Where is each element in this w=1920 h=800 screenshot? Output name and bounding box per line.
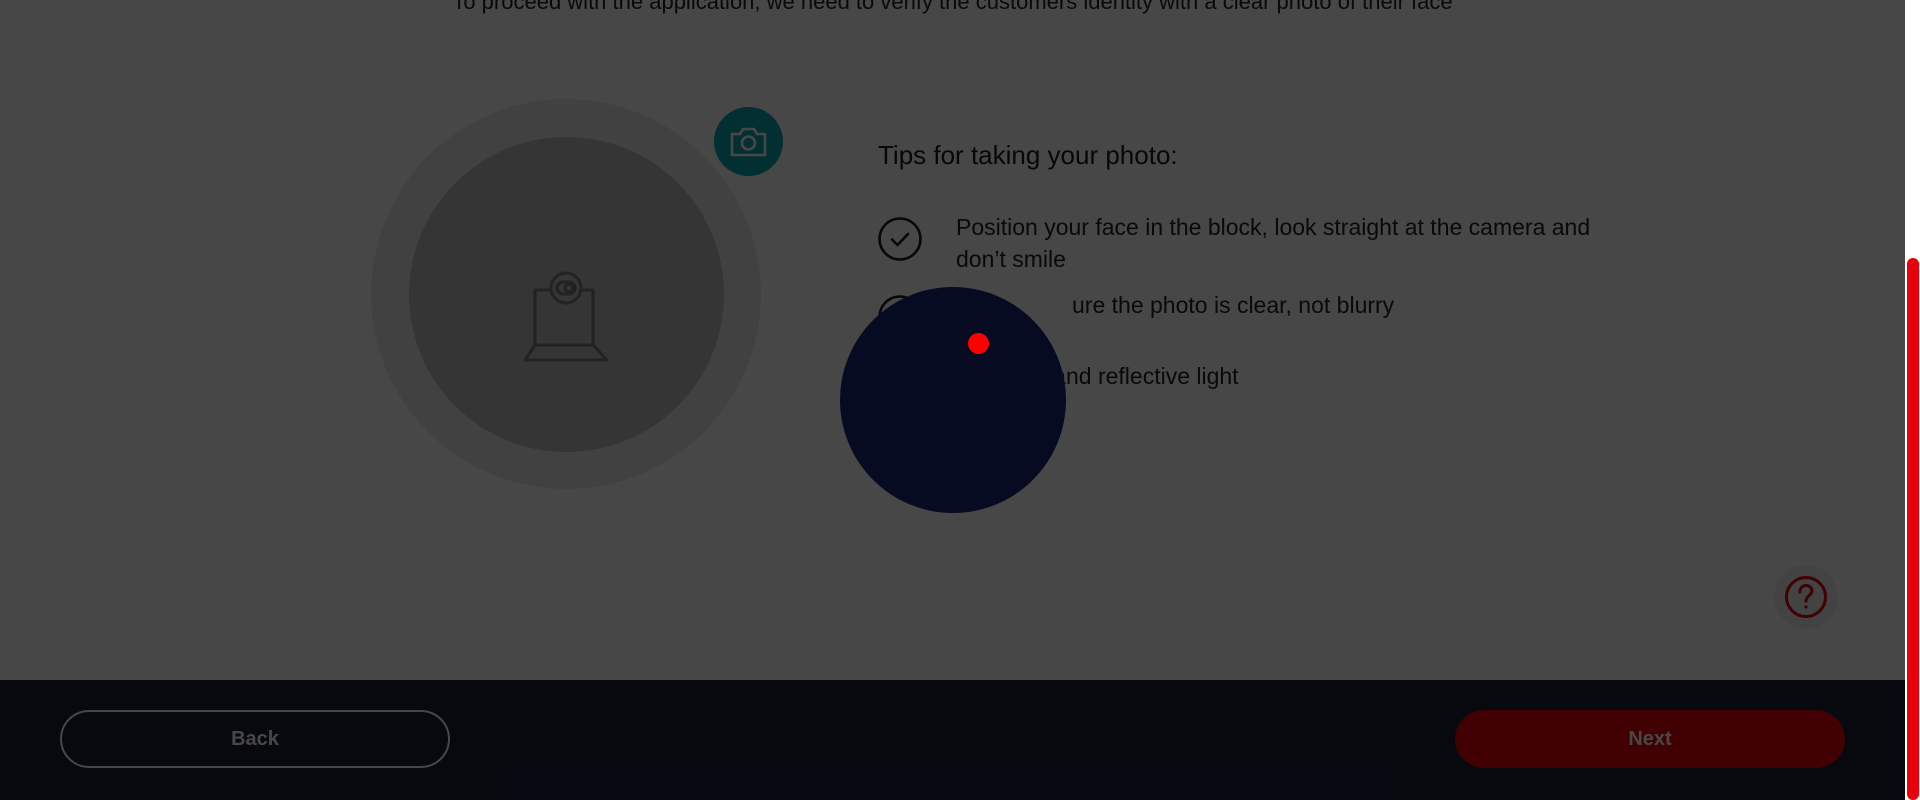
next-button[interactable]: Next — [1455, 710, 1845, 768]
page: To proceed with the application, we need… — [0, 0, 1920, 800]
camera-spotlight — [840, 287, 1066, 513]
back-button[interactable]: Back — [60, 710, 450, 768]
question-circle-icon — [1785, 576, 1827, 618]
tip-text: n and reflective light — [1034, 363, 1239, 389]
help-button[interactable] — [1774, 565, 1838, 629]
take-photo-button[interactable] — [714, 107, 783, 176]
tip-text: Position your face in the block, look st… — [956, 214, 1591, 272]
webcam-laptop-icon — [523, 271, 609, 362]
camera-icon — [730, 127, 767, 157]
tips-title: Tips for taking your photo: — [878, 140, 1178, 170]
footer-bar: Back Next — [0, 680, 1905, 800]
scrollbar-thumb[interactable] — [1907, 258, 1919, 800]
intro-text: To proceed with the application, we need… — [452, 0, 1453, 14]
tip-text: ure the photo is clear, not blurry — [1072, 292, 1395, 318]
camera-indicator-dot — [968, 333, 989, 354]
check-circle-icon — [878, 217, 922, 261]
